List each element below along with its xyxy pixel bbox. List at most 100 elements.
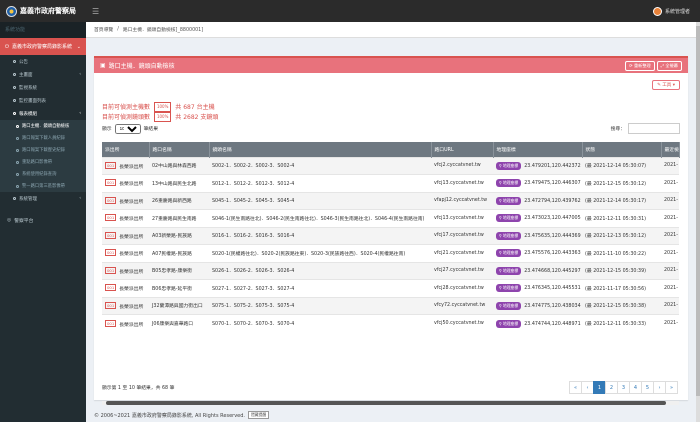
sidebar-item-1[interactable]: 主畫面 ‹ bbox=[0, 68, 86, 81]
row-action-button[interactable]: 001 bbox=[105, 231, 117, 239]
circle-icon bbox=[13, 197, 16, 200]
map-button[interactable]: ⚲ 地理座標 bbox=[496, 196, 522, 205]
brand[interactable]: 嘉義市政府警察局 bbox=[0, 0, 86, 22]
breadcrumb-current: 路口主機．鏡頭自動檢核[_8800001] bbox=[122, 28, 204, 33]
url-cell[interactable]: vfcj21.cyccatvnet.tw bbox=[431, 244, 493, 262]
globe-icon: ◎ bbox=[7, 217, 12, 223]
sidebar-subitem-0[interactable]: 路口主機．鏡頭自動檢核 bbox=[0, 120, 86, 132]
menu-toggle-icon[interactable]: ☰ bbox=[92, 7, 99, 16]
url-cell[interactable]: vfapj12.cyccatvnet.tw bbox=[431, 191, 493, 210]
status-cell: (最 2021-12-14 05:30:07) bbox=[582, 156, 661, 175]
row-action-button[interactable]: 001 bbox=[105, 179, 117, 187]
sidebar-subitem-4[interactable]: 系統使用紀錄查詢 bbox=[0, 168, 86, 180]
square-icon: ▣ bbox=[100, 62, 106, 69]
url-cell[interactable]: vfcj17.cyccatvnet.tw bbox=[431, 226, 493, 245]
coords-cell: ⚲ 地理座標 23.476345,120.445531 bbox=[493, 279, 582, 297]
row-action-button[interactable]: 001 bbox=[105, 249, 117, 257]
last-check-cell: 2021- bbox=[661, 314, 679, 332]
map-button[interactable]: ⚲ 地理座標 bbox=[496, 179, 522, 188]
column-header[interactable]: 地理座標 bbox=[493, 142, 583, 157]
sidebar-subitem-1[interactable]: 路口報案下載人員紀錄 bbox=[0, 132, 86, 144]
status-cell: (最 2021-12-13 05:30:12) bbox=[582, 226, 661, 245]
map-button[interactable]: ⚲ 地理座標 bbox=[496, 214, 522, 223]
column-header[interactable]: 狀態 bbox=[582, 142, 662, 157]
map-button-label: 地理座標 bbox=[503, 285, 519, 291]
url-cell[interactable]: vfcj13.cyccatvnet.tw bbox=[431, 174, 493, 192]
coords-cell: ⚲ 地理座標 23.475635,120.444369 bbox=[493, 226, 582, 245]
intersection-cell: J32蘭潭路與國力街出口 bbox=[149, 296, 209, 315]
map-button[interactable]: ⚲ 地理座標 bbox=[496, 301, 522, 310]
camera-count-value: 共 2682 支鏡頭 bbox=[175, 114, 219, 121]
fullscreen-button[interactable]: ⤢ 全螢幕 bbox=[656, 60, 682, 71]
refresh-label: 重新整理 bbox=[633, 62, 651, 68]
table-row: 001 長榮派出所 B05忠孝路-康樂街 S026-1．S026-2．S026-3．S… bbox=[102, 261, 679, 280]
column-header[interactable]: 派出所 bbox=[102, 142, 150, 157]
url-cell[interactable]: vfcy72.cyccatvnet.tw bbox=[431, 296, 493, 315]
map-button[interactable]: ⚲ 地理座標 bbox=[496, 249, 522, 258]
coords-cell: ⚲ 地理座標 23.479201,120.442372 bbox=[493, 156, 582, 175]
sidebar-subitem-2[interactable]: 路口報案下載歷史紀錄 bbox=[0, 144, 86, 156]
sidebar-item-4[interactable]: 報表模組 ‹ bbox=[0, 107, 86, 120]
row-action-button[interactable]: 001 bbox=[105, 214, 117, 222]
user-menu[interactable]: 系統管理者 bbox=[652, 6, 700, 16]
pagination: «‹ 1 2 3 4 5 ›» bbox=[569, 381, 678, 394]
show-label: 顯示 bbox=[102, 127, 112, 132]
breadcrumb-home[interactable]: 首頁導覽 bbox=[94, 26, 113, 33]
map-button[interactable]: ⚲ 地理座標 bbox=[496, 161, 522, 170]
breadcrumb: 首頁導覽 / 路口主機．鏡頭自動檢核[_8800001] bbox=[86, 22, 700, 38]
host-count-label: 目前可偵測主機數 bbox=[102, 104, 151, 111]
coords-value: 23.475576,120.443363 bbox=[524, 251, 581, 257]
circle-icon bbox=[16, 148, 19, 152]
tools-dropdown-button[interactable]: ✎ 工具 ▾ bbox=[652, 80, 680, 90]
page-scrollbar[interactable] bbox=[696, 22, 700, 422]
sidebar-main-item[interactable]: ⏻ 嘉義市政府警察局錄影系統 ⌄ bbox=[0, 38, 86, 55]
url-cell[interactable]: vfcj13.cyccatvnet.tw bbox=[431, 209, 493, 227]
sidebar-item-0[interactable]: 公告 bbox=[0, 55, 86, 68]
column-header[interactable]: 路口名稱 bbox=[149, 142, 210, 157]
sidebar-item-2[interactable]: 監視系統 bbox=[0, 81, 86, 94]
page-button[interactable]: » bbox=[665, 381, 678, 394]
page-footer: © 2006~2021 嘉義市政府警察局錄影系統, All Rights Res… bbox=[94, 411, 270, 419]
app-title: 嘉義市政府警察局 bbox=[20, 7, 76, 15]
sidebar-item-system[interactable]: 系統管理 ‹ bbox=[0, 192, 86, 205]
sidebar-subitem-5[interactable]: 警一路口第三區影像帶 bbox=[0, 180, 86, 192]
row-action-button[interactable]: 001 bbox=[105, 301, 117, 309]
sidebar-item-3[interactable]: 監控畫面列表 bbox=[0, 94, 86, 107]
row-action-button[interactable]: 001 bbox=[105, 161, 117, 169]
page-scrollbar-thumb[interactable] bbox=[696, 26, 700, 396]
url-cell[interactable]: vfcj27.cyccatvnet.tw bbox=[431, 261, 493, 280]
scrollbar-thumb[interactable] bbox=[106, 401, 666, 405]
map-button[interactable]: ⚲ 地理座標 bbox=[496, 231, 522, 240]
url-cell[interactable]: vfcj50.cyccatvnet.tw bbox=[431, 314, 493, 332]
coords-cell: ⚲ 地理座標 23.474668,120.445297 bbox=[493, 261, 582, 280]
map-button[interactable]: ⚲ 地理座標 bbox=[496, 319, 522, 328]
column-header[interactable]: 路口URL bbox=[431, 142, 494, 157]
sidebar-subitem-label: 路口主機．鏡頭自動檢核 bbox=[22, 124, 70, 129]
last-check-cell: 2021- bbox=[661, 296, 679, 315]
page-size-select[interactable]: 10 bbox=[114, 123, 141, 134]
search-input[interactable] bbox=[628, 123, 680, 134]
map-button[interactable]: ⚲ 地理座標 bbox=[496, 284, 522, 293]
table-controls: 顯示 10 筆結果 搜尋： bbox=[102, 123, 680, 134]
url-cell[interactable]: vfcj2.cyccatvnet.tw bbox=[431, 156, 493, 175]
circle-icon bbox=[16, 160, 19, 164]
chevron-left-icon: ‹ bbox=[79, 111, 81, 116]
row-action-button[interactable]: 001 bbox=[105, 284, 117, 292]
camera-cell: S020-1(民權路往北)．S020-2(民族路往東)．S020-3(民族路往西… bbox=[209, 244, 431, 262]
column-header[interactable]: 鏡頭名稱 bbox=[209, 142, 432, 157]
sidebar-subitem-3[interactable]: 重點路口影像帶 bbox=[0, 156, 86, 168]
map-button[interactable]: ⚲ 地理座標 bbox=[496, 266, 522, 275]
sidebar-item-platform[interactable]: ◎ 警察平台 bbox=[0, 213, 86, 227]
row-action-button[interactable]: 001 bbox=[105, 266, 117, 274]
row-action-button[interactable]: 001 bbox=[105, 319, 117, 327]
last-check-cell: 2021- bbox=[661, 261, 679, 280]
table-scrollbar[interactable] bbox=[102, 401, 679, 405]
refresh-button[interactable]: ⟳ 重新整理 bbox=[625, 60, 655, 71]
column-header[interactable]: 最近檢 bbox=[661, 142, 680, 157]
sidebar-item-label: 系統管理 bbox=[19, 196, 37, 202]
station-name: 長榮派出所 bbox=[119, 322, 144, 328]
table-row: 001 長榮派出所 02中山路與林森西路 S002-1．S002-2．S002-3．S… bbox=[102, 156, 679, 175]
hide-reminder-button[interactable]: 隱藏提醒 bbox=[248, 411, 270, 419]
url-cell[interactable]: vfcj28.cyccatvnet.tw bbox=[431, 279, 493, 297]
row-action-button[interactable]: 001 bbox=[105, 196, 117, 204]
